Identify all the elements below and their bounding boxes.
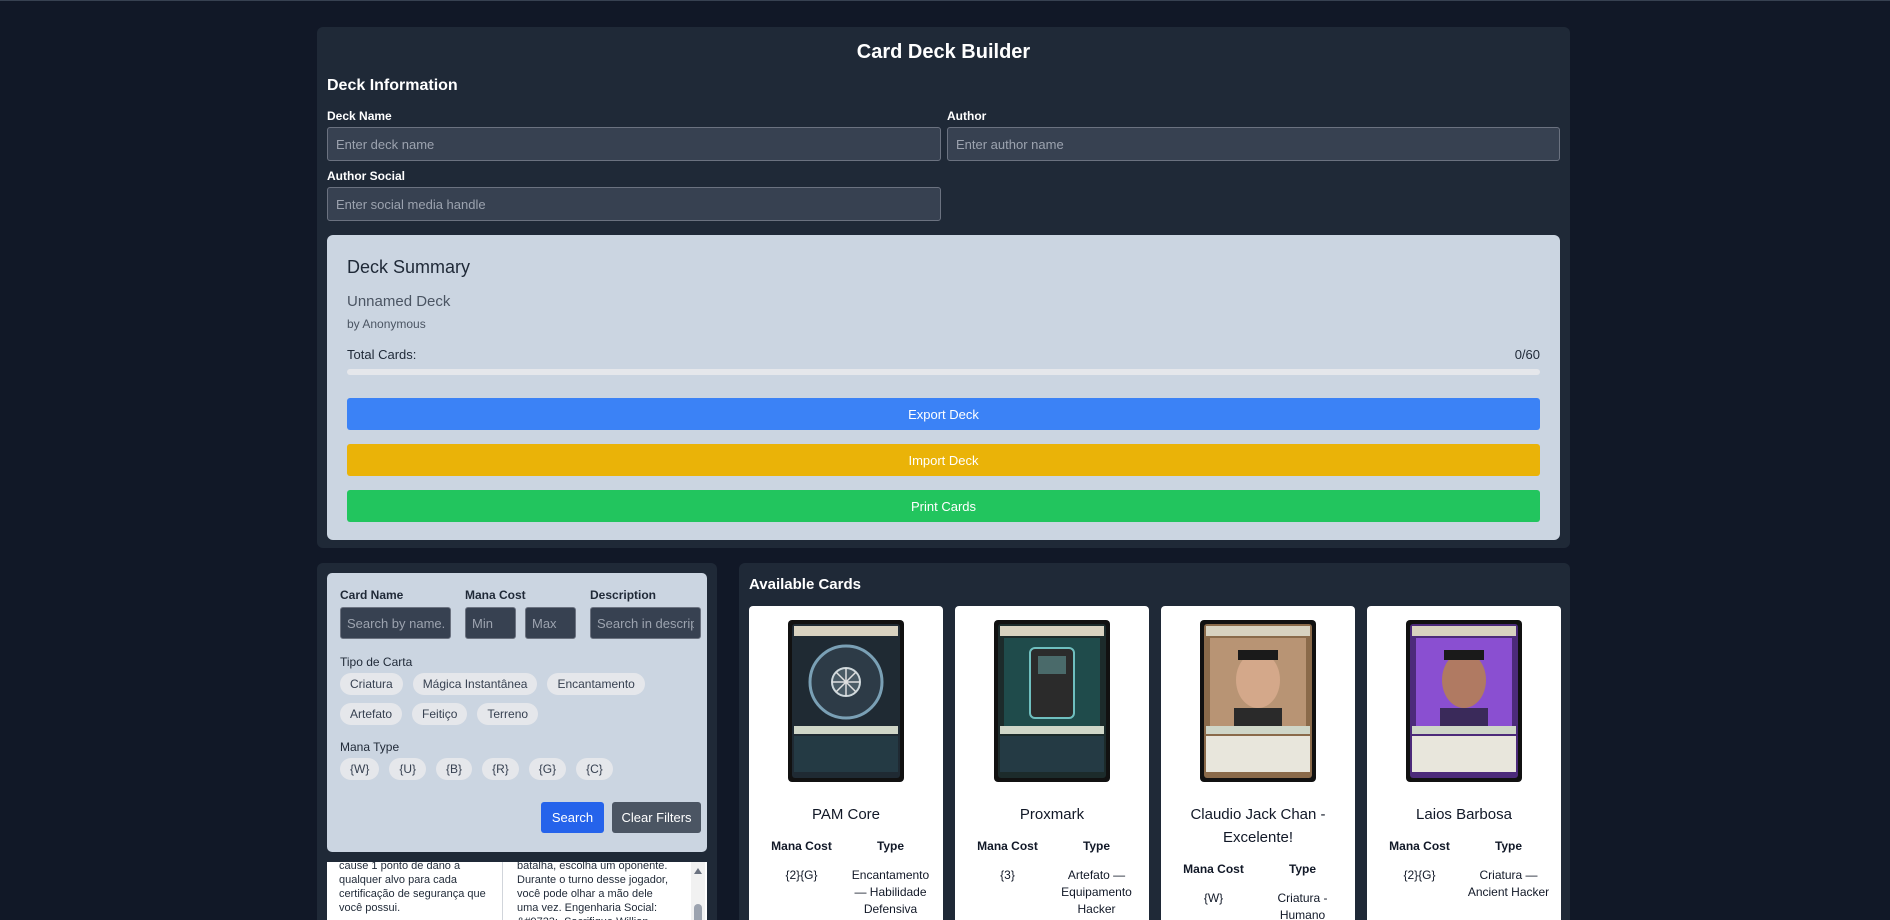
mana-chip-c[interactable]: {C} (576, 758, 613, 780)
search-button[interactable]: Search (541, 802, 604, 833)
mana-cost-heading: Mana Cost (977, 839, 1038, 853)
scroll-up-icon[interactable] (694, 868, 702, 874)
card-name: Laios Barbosa (1416, 806, 1512, 823)
deck-progress-bar (347, 369, 1540, 375)
card-name: Proxmark (1019, 806, 1085, 823)
preview-text-left: cause 1 ponto de dano a qualquer alvo pa… (331, 862, 503, 920)
card-meta-values: {2}{G} Criatura — Ancient Hacker (1375, 867, 1553, 901)
deck-name-label: Deck Name (327, 109, 392, 123)
mana-type-label: Mana Type (340, 740, 400, 754)
card-type-label: Tipo de Carta (340, 655, 413, 669)
type-heading: Type (1288, 862, 1317, 876)
section-title: Deck Information (327, 77, 458, 94)
card-type: Artefato — Equipamento Hacker (1061, 868, 1132, 916)
card-meta-header: Mana Cost Type (757, 838, 935, 855)
author-label: Author (947, 109, 987, 123)
type-chip-feitico[interactable]: Feitiço (412, 703, 468, 725)
mana-cost-heading: Mana Cost (1389, 839, 1450, 853)
card-mana-cost: {W} (1203, 891, 1224, 905)
type-chip-criatura[interactable]: Criatura (340, 673, 403, 695)
card-type-chips: Criatura Mágica Instantânea Encantamento… (340, 673, 700, 725)
card-tile[interactable]: Proxmark Mana Cost Type {3} Artefato — Equip… (955, 606, 1149, 920)
total-cards-label: Total Cards: (347, 347, 417, 362)
mana-cost-heading: Mana Cost (1183, 862, 1244, 876)
summary-deck-name: Unnamed Deck (347, 293, 451, 310)
card-meta-values: {W} Criatura - Humano (1169, 890, 1347, 920)
type-chip-encantamento[interactable]: Encantamento (547, 673, 645, 695)
card-name: PAM Core (811, 806, 881, 823)
type-chip-terreno[interactable]: Terreno (477, 703, 539, 725)
card-meta-header: Mana Cost Type (963, 838, 1141, 855)
export-deck-button[interactable]: Export Deck (347, 398, 1540, 430)
deck-info-panel: Card Deck Builder Deck Information Deck … (317, 27, 1570, 548)
import-deck-button[interactable]: Import Deck (347, 444, 1540, 476)
author-social-input[interactable] (327, 187, 941, 221)
mana-max-input[interactable] (525, 607, 576, 639)
mana-chip-w[interactable]: {W} (340, 758, 380, 780)
card-meta-values: {2}{G} Encantamento — Habilidade Defensiv… (757, 867, 935, 918)
summary-deck-author: by Anonymous (347, 317, 426, 331)
available-cards-panel: Available Cards PAM Core Mana Cost Type {2}… (739, 563, 1570, 920)
card-text-preview[interactable]: cause 1 ponto de dano a qualquer alvo pa… (327, 862, 707, 920)
preview-scrollbar[interactable] (691, 862, 705, 920)
type-chip-artefato[interactable]: Artefato (340, 703, 403, 725)
filter-form: Card Name Mana Cost Description Tipo de … (327, 573, 707, 852)
type-heading: Type (1082, 839, 1111, 853)
mana-cost-heading: Mana Cost (771, 839, 832, 853)
portrait-icon (1406, 620, 1522, 782)
type-chip-magica-instantanea[interactable]: Mágica Instantânea (412, 673, 538, 695)
deck-name-input[interactable] (327, 127, 941, 161)
card-name-filter-label: Card Name (340, 588, 404, 602)
author-social-label: Author Social (327, 169, 406, 183)
clear-filters-button[interactable]: Clear Filters (612, 802, 701, 833)
author-input[interactable] (947, 127, 1560, 161)
card-type: Criatura - Humano (1277, 891, 1328, 920)
card-tile[interactable]: PAM Core Mana Cost Type {2}{G} Encantamento … (749, 606, 943, 920)
card-meta-header: Mana Cost Type (1375, 838, 1553, 855)
card-name-filter-input[interactable] (340, 607, 451, 639)
mana-type-chips: {W} {U} {B} {R} {G} {C} (340, 758, 700, 780)
card-mana-cost: {3} (1000, 868, 1015, 882)
description-filter-input[interactable] (590, 607, 701, 639)
card-tile[interactable]: Laios Barbosa Mana Cost Type {2}{G} Criatura… (1367, 606, 1561, 920)
type-heading: Type (1494, 839, 1523, 853)
available-cards-title: Available Cards (749, 576, 861, 593)
print-cards-button[interactable]: Print Cards (347, 490, 1540, 522)
card-meta-values: {3} Artefato — Equipamento Hacker (963, 867, 1141, 918)
preview-text-right: batalha, escolha um oponente. Durante o … (517, 862, 669, 920)
deck-summary: Deck Summary Unnamed Deck by Anonymous T… (327, 235, 1560, 540)
card-tile[interactable]: Claudio Jack Chan - Excelente! Mana Cost T… (1161, 606, 1355, 920)
card-type: Encantamento — Habilidade Defensiva (851, 868, 930, 916)
portrait-icon (1200, 620, 1316, 782)
vault-icon (788, 620, 904, 782)
total-cards-count: 0/60 (1514, 347, 1540, 362)
type-heading: Type (876, 839, 905, 853)
mana-min-input[interactable] (465, 607, 516, 639)
summary-title: Deck Summary (347, 257, 471, 277)
card-type: Criatura — Ancient Hacker (1467, 868, 1550, 899)
card-name: Claudio Jack Chan - Excelente! (1190, 806, 1326, 846)
mana-cost-filter-label: Mana Cost (465, 588, 526, 602)
filter-panel: Card Name Mana Cost Description Tipo de … (317, 563, 717, 920)
description-filter-label: Description (590, 588, 657, 602)
scroll-thumb[interactable] (694, 904, 702, 920)
window-top-border (0, 0, 1890, 1)
card-mana-cost: {2}{G} (1403, 868, 1436, 882)
card-mana-cost: {2}{G} (785, 868, 818, 882)
mana-chip-b[interactable]: {B} (436, 758, 473, 780)
page-title: Card Deck Builder (856, 41, 1031, 63)
mana-chip-g[interactable]: {G} (528, 758, 567, 780)
mana-chip-u[interactable]: {U} (389, 758, 427, 780)
card-meta-header: Mana Cost Type (1169, 861, 1347, 878)
mana-chip-r[interactable]: {R} (482, 758, 519, 780)
device-icon (994, 620, 1110, 782)
